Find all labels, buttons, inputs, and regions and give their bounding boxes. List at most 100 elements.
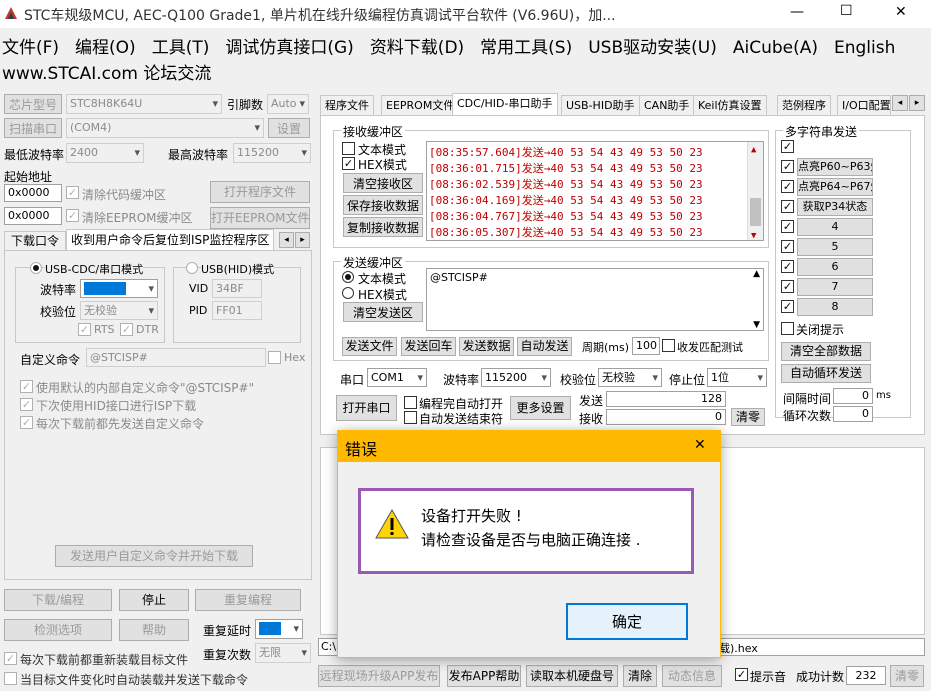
remote-upgrade-button[interactable]: 远程现场升级APP发布 bbox=[318, 665, 440, 687]
multi-string-send-button[interactable]: 获取P34状态 bbox=[797, 198, 873, 216]
interval-input[interactable]: 0 bbox=[833, 388, 873, 404]
menu-file[interactable]: 文件(F) bbox=[2, 38, 59, 58]
port-select[interactable]: (COM4) bbox=[66, 118, 264, 138]
tab-prev-icon[interactable]: ◂ bbox=[892, 95, 908, 111]
beep-checkbox[interactable]: ✓ bbox=[735, 668, 748, 681]
close-icon[interactable]: ✕ bbox=[895, 4, 907, 20]
repeat-count-select[interactable]: 无限 bbox=[255, 643, 311, 663]
app-help-button[interactable]: 发布APP帮助 bbox=[447, 665, 521, 687]
auto-open-checkbox[interactable] bbox=[404, 396, 417, 409]
scan-port-button[interactable]: 扫描串口 bbox=[4, 118, 62, 138]
menu-program[interactable]: 编程(O) bbox=[75, 38, 136, 58]
multi-string-send-button[interactable]: 点亮P60~P63灯 bbox=[797, 158, 873, 176]
tab-can[interactable]: CAN助手 bbox=[639, 95, 695, 115]
check-options-button[interactable]: 检测选项 bbox=[4, 619, 112, 641]
menu-common[interactable]: 常用工具(S) bbox=[480, 38, 572, 58]
multi-string-checkbox[interactable]: ✓ bbox=[781, 140, 794, 153]
reload-checkbox[interactable]: ✓ bbox=[4, 652, 17, 665]
multi-string-checkbox[interactable]: ✓ bbox=[781, 280, 794, 293]
tab-program-file[interactable]: 程序文件 bbox=[320, 95, 374, 115]
send-scroll-down-icon[interactable]: ▼ bbox=[753, 320, 760, 330]
isp-parity-select[interactable]: 无校验 bbox=[80, 301, 158, 320]
send-cr-button[interactable]: 发送回车 bbox=[401, 337, 456, 356]
menu-debug[interactable]: 调试仿真接口(G) bbox=[225, 38, 353, 58]
multi-string-send-button[interactable]: 点亮P64~P67灯 bbox=[797, 178, 873, 196]
menu-aicube[interactable]: AiCube(A) bbox=[733, 38, 818, 58]
reprogram-button[interactable]: 重复编程 bbox=[195, 589, 301, 611]
copy-receive-button[interactable]: 复制接收数据 bbox=[343, 217, 423, 237]
left-tab-prev-icon[interactable]: ◂ bbox=[279, 232, 294, 248]
help-button[interactable]: 帮助 bbox=[119, 619, 189, 641]
more-settings-button[interactable]: 更多设置 bbox=[510, 396, 571, 420]
com-select[interactable]: COM1 bbox=[367, 368, 427, 387]
clear-send-button[interactable]: 清空发送区 bbox=[343, 302, 423, 322]
minimize-icon[interactable]: — bbox=[790, 4, 804, 20]
multi-string-send-button[interactable]: 4 bbox=[797, 218, 873, 236]
recv-text-checkbox[interactable] bbox=[342, 142, 355, 155]
tab-serial-assistant[interactable]: CDC/HID-串口助手 bbox=[452, 93, 558, 115]
send-before-checkbox[interactable]: ✓ bbox=[20, 416, 33, 429]
scroll-down-icon[interactable]: ▼ bbox=[751, 228, 756, 240]
close-tip-checkbox[interactable] bbox=[781, 322, 794, 335]
dynamic-info-button[interactable]: 动态信息 bbox=[662, 665, 722, 687]
scroll-thumb[interactable] bbox=[750, 198, 761, 226]
code-addr-input[interactable]: 0x0000 bbox=[4, 184, 62, 202]
send-custom-cmd-button[interactable]: 发送用户自定义命令并开始下载 bbox=[55, 545, 253, 567]
left-tab-isp-reset[interactable]: 收到用户命令后复位到ISP监控程序区 bbox=[66, 229, 275, 251]
hex-checkbox[interactable] bbox=[268, 351, 281, 364]
dtr-checkbox[interactable]: ✓ bbox=[120, 323, 133, 336]
clear-button[interactable]: 清除 bbox=[623, 665, 657, 687]
multi-string-send-button[interactable]: 6 bbox=[797, 258, 873, 276]
clear-eeprom-checkbox[interactable]: ✓ bbox=[66, 209, 79, 222]
multi-string-send-button[interactable]: 7 bbox=[797, 278, 873, 296]
auto-loop-button[interactable]: 自动循环发送 bbox=[781, 364, 871, 383]
auto-load-checkbox[interactable] bbox=[4, 672, 17, 685]
vid-input[interactable]: 34BF bbox=[212, 279, 262, 298]
menu-docs[interactable]: 资料下载(D) bbox=[370, 38, 464, 58]
match-test-checkbox[interactable] bbox=[662, 339, 675, 352]
isp-baud-select[interactable]: 115200 bbox=[80, 279, 158, 298]
hid-next-checkbox[interactable]: ✓ bbox=[20, 398, 33, 411]
multi-string-checkbox[interactable]: ✓ bbox=[781, 240, 794, 253]
menu-english[interactable]: English bbox=[834, 38, 895, 58]
tab-io-config[interactable]: I/O口配置 bbox=[837, 95, 891, 115]
multi-string-checkbox[interactable]: ✓ bbox=[781, 180, 794, 193]
menu-tools[interactable]: 工具(T) bbox=[152, 38, 210, 58]
stop-button[interactable]: 停止 bbox=[119, 589, 189, 611]
multi-string-checkbox[interactable]: ✓ bbox=[781, 160, 794, 173]
send-file-button[interactable]: 发送文件 bbox=[342, 337, 397, 356]
read-disk-button[interactable]: 读取本机硬盘号 bbox=[526, 665, 618, 687]
clear-code-checkbox[interactable]: ✓ bbox=[66, 186, 79, 199]
receive-log[interactable]: [08:35:57.604]发送→40 53 54 43 49 53 50 23… bbox=[426, 141, 764, 241]
send-scroll-up-icon[interactable]: ▲ bbox=[753, 269, 760, 279]
repeat-delay-select[interactable]: 3 秒 bbox=[255, 619, 303, 639]
multi-string-checkbox[interactable]: ✓ bbox=[781, 300, 794, 313]
clear-success-button[interactable]: 清零 bbox=[890, 665, 924, 687]
multi-string-checkbox[interactable]: ✓ bbox=[781, 220, 794, 233]
custom-cmd-input[interactable]: @STCISP# bbox=[86, 348, 266, 367]
serial-baud-select[interactable]: 115200 bbox=[481, 368, 551, 387]
dialog-ok-button[interactable]: 确定 bbox=[566, 603, 688, 640]
left-tab-download-pwd[interactable]: 下载口令 bbox=[4, 231, 67, 251]
tab-examples[interactable]: 范例程序 bbox=[777, 95, 831, 115]
period-input[interactable]: 100 bbox=[632, 337, 660, 355]
receive-scrollbar[interactable]: ▲ ▼ bbox=[747, 142, 763, 240]
dialog-close-icon[interactable]: ✕ bbox=[694, 437, 706, 453]
auto-send-button[interactable]: 自动发送 bbox=[517, 337, 572, 356]
open-eeprom-button[interactable]: 打开EEPROM文件 bbox=[210, 207, 310, 229]
multi-string-send-button[interactable]: 5 bbox=[797, 238, 873, 256]
open-program-button[interactable]: 打开程序文件 bbox=[210, 181, 310, 203]
recv-hex-checkbox[interactable]: ✓ bbox=[342, 157, 355, 170]
clear-count-button[interactable]: 清零 bbox=[731, 408, 765, 426]
stop-bit-select[interactable]: 1位 bbox=[707, 368, 767, 387]
rts-checkbox[interactable]: ✓ bbox=[78, 323, 91, 336]
save-receive-button[interactable]: 保存接收数据 bbox=[343, 195, 423, 215]
tab-next-icon[interactable]: ▸ bbox=[909, 95, 925, 111]
menu-forum[interactable]: www.STCAI.com 论坛交流 bbox=[2, 59, 211, 84]
pid-input[interactable]: FF01 bbox=[212, 301, 262, 320]
open-serial-button[interactable]: 打开串口 bbox=[336, 395, 397, 421]
send-text-radio[interactable] bbox=[342, 271, 354, 283]
download-button[interactable]: 下载/编程 bbox=[4, 589, 112, 611]
chip-select[interactable]: STC8H8K64U bbox=[66, 94, 222, 114]
send-hex-radio[interactable] bbox=[342, 287, 354, 299]
